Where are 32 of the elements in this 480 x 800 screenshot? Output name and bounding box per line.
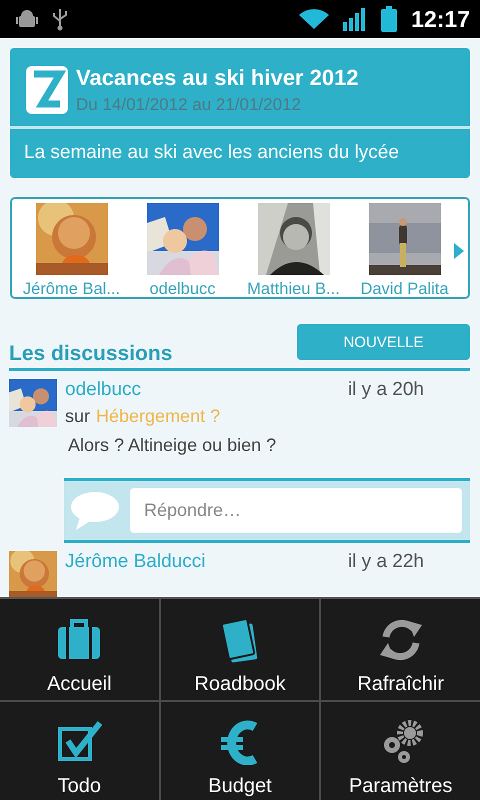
- event-title: Vacances au ski hiver 2012: [76, 65, 359, 91]
- menu-item[interactable]: Rafraîchir: [321, 599, 480, 700]
- message-text: Alors ? Altineige ou bien ?: [68, 435, 278, 456]
- menu-item[interactable]: Roadbook: [160, 599, 320, 700]
- topic-link[interactable]: Hébergement ?: [96, 406, 220, 427]
- member-name[interactable]: David Palita: [360, 280, 449, 299]
- android-icon: [16, 8, 38, 30]
- event-description: La semaine au ski avec les anciens du lycée: [23, 141, 400, 165]
- wifi-icon: [299, 8, 330, 30]
- post-time: il y a 20h: [348, 379, 424, 401]
- member-name[interactable]: Matthieu B...: [247, 280, 340, 299]
- signal-icon: [343, 7, 368, 31]
- speech-bubble-icon: [70, 490, 120, 530]
- next-arrow-icon[interactable]: [454, 243, 464, 259]
- logo-icon: [24, 64, 70, 116]
- section-title: Les discussions: [9, 342, 172, 366]
- topic-prefix: sur: [65, 406, 90, 427]
- battery-icon: [381, 6, 398, 32]
- new-button[interactable]: NOUVELLE: [297, 324, 470, 360]
- reply-field[interactable]: Répondre…: [130, 488, 462, 533]
- usb-icon: [52, 7, 68, 31]
- menu-item[interactable]: Paramètres: [321, 702, 480, 800]
- author-name[interactable]: odelbucc: [65, 379, 142, 401]
- member-name[interactable]: Jérôme Bal...: [22, 280, 120, 299]
- author-name[interactable]: Jérôme Balducci: [65, 551, 206, 573]
- menu-item[interactable]: Todo: [0, 702, 159, 800]
- post-time: il y a 22h: [348, 551, 424, 573]
- menu-item[interactable]: Budget: [160, 702, 320, 800]
- member-name[interactable]: odelbucc: [149, 280, 216, 299]
- event-dates: Du 14/01/2012 au 21/01/2012: [76, 95, 302, 115]
- clock: 12:17: [411, 6, 470, 32]
- menu-item[interactable]: Accueil: [0, 599, 159, 700]
